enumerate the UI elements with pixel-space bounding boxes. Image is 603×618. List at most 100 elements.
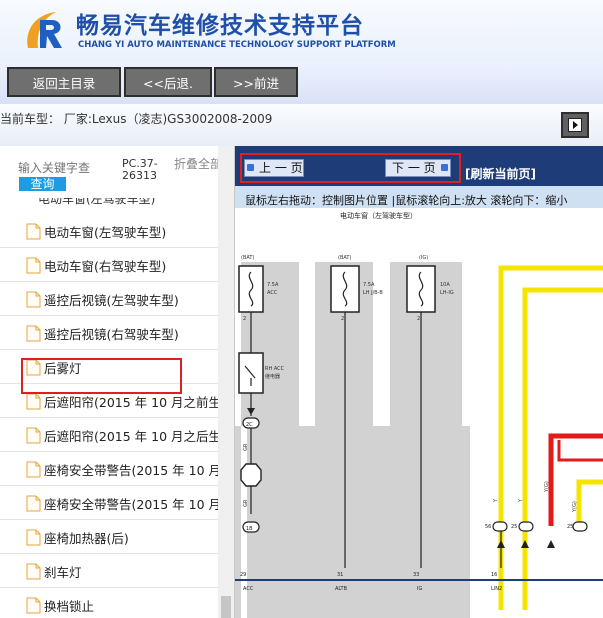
item-label: 座椅安全带警告(2015 年 10 月 bbox=[44, 497, 218, 512]
forward-button[interactable]: >>前进 bbox=[214, 67, 298, 97]
diagram-viewer: 上 一 页 下 一 页 [刷新当前页] 鼠标左右拖动：控制图片位置 |鼠标滚轮向… bbox=[235, 146, 603, 618]
yellow-wire bbox=[576, 479, 603, 526]
connector-right bbox=[572, 521, 588, 532]
search-button[interactable]: 查询 bbox=[19, 177, 66, 191]
brand-title: 畅易汽车维修技术支持平台 bbox=[76, 13, 364, 39]
sidebar: 查询 PC.37-26313 折叠全部 电动车窗(左驾驶车型) 电动车窗(左驾驶… bbox=[0, 146, 235, 618]
document-icon bbox=[26, 529, 41, 546]
item-label: 后遮阳帘(2015 年 10 月之后生 bbox=[44, 429, 218, 444]
wire-color-label: GR bbox=[243, 499, 249, 507]
fuse3-tag: (IG) bbox=[419, 255, 428, 261]
fuse1-tag: (BAT) bbox=[241, 255, 254, 261]
arrow-up-icon bbox=[521, 540, 529, 548]
nav-bar: 返回主目录 <<后退. >>前进 bbox=[0, 62, 603, 104]
wire-color-label: GR bbox=[243, 443, 249, 451]
list-item[interactable]: 座椅安全带警告(2015 年 10 月 bbox=[0, 486, 218, 520]
arrow-up-icon bbox=[547, 540, 555, 548]
collapse-all-link[interactable]: 折叠全部 bbox=[174, 158, 224, 171]
hint-text: 鼠标左右拖动：控制图片位置 |鼠标滚轮向上:放大 滚轮向下：缩小 bbox=[245, 194, 568, 207]
item-label: 电动车窗(右驾驶车型) bbox=[44, 259, 167, 274]
item-label: 刹车灯 bbox=[44, 565, 82, 580]
document-icon bbox=[26, 563, 41, 580]
document-icon bbox=[26, 325, 41, 342]
list-item[interactable]: 座椅安全带警告(2015 年 10 月 bbox=[0, 452, 218, 486]
home-button[interactable]: 返回主目录 bbox=[7, 67, 121, 97]
current-model-label: 当前车型： 厂家:Lexus（凌志)GS3002008-2009 bbox=[0, 112, 273, 126]
pc-code-label: PC.37-26313 bbox=[122, 157, 158, 182]
fuse1-box bbox=[238, 265, 264, 313]
hint-bar: 鼠标左右拖动：控制图片位置 |鼠标滚轮向上:放大 滚轮向下：缩小 bbox=[235, 186, 603, 208]
document-icon bbox=[26, 461, 41, 478]
brand-logo-icon bbox=[27, 12, 62, 48]
list-item[interactable]: 后遮阳帘(2015 年 10 月之后生 bbox=[0, 418, 218, 452]
connector-label: 1B bbox=[246, 526, 253, 532]
yellow-wire bbox=[522, 287, 603, 610]
arrow-right-icon bbox=[568, 118, 582, 132]
connector-label: 2C bbox=[246, 422, 253, 428]
diagram-title: 电动车窗（左驾驶车型） bbox=[340, 211, 417, 220]
list-item[interactable]: 电动车窗(右驾驶车型) bbox=[0, 248, 218, 282]
item-label: 遥控后视镜(右驾驶车型) bbox=[44, 327, 179, 342]
fuse3-name: LH-IG bbox=[440, 290, 454, 296]
ecu-terminal: IG bbox=[417, 586, 422, 592]
fuse1-rating: 7.5A bbox=[267, 282, 279, 288]
list-item[interactable]: 遥控后视镜(右驾驶车型) bbox=[0, 316, 218, 350]
document-icon bbox=[26, 223, 41, 240]
selected-item-highlight bbox=[21, 358, 182, 394]
wire-color-label: Y(G) bbox=[544, 481, 550, 493]
brand-subtitle: CHANG YI AUTO MAINTENANCE TECHNOLOGY SUP… bbox=[78, 40, 396, 50]
fuse2-box bbox=[330, 265, 360, 313]
wire-color-label: Y bbox=[493, 498, 499, 503]
list-item[interactable]: 遥控后视镜(左驾驶车型) bbox=[0, 282, 218, 316]
toggle-panel-button[interactable] bbox=[561, 112, 589, 138]
document-icon bbox=[26, 393, 41, 410]
item-label: 后遮阳帘(2015 年 10 月之前生 bbox=[44, 395, 218, 410]
fuse2-tag: (BAT) bbox=[338, 255, 351, 261]
document-icon bbox=[26, 495, 41, 512]
connector-pin: 25 bbox=[567, 524, 573, 530]
item-label: 座椅加热器(后) bbox=[44, 531, 129, 546]
fuse1-pin: 2 bbox=[243, 316, 246, 322]
ecu-pin: 31 bbox=[337, 572, 343, 578]
model-bar: 当前车型： 厂家:Lexus（凌志)GS3002008-2009 bbox=[0, 104, 603, 146]
item-label: 换档锁止 bbox=[44, 599, 95, 614]
fuse2-pin: 2 bbox=[341, 316, 344, 322]
item-label: 遥控后视镜(左驾驶车型) bbox=[44, 293, 179, 308]
sidebar-scrollbar[interactable] bbox=[218, 146, 234, 618]
connector-pin: 25 bbox=[511, 524, 517, 530]
pager-highlight bbox=[240, 153, 461, 183]
item-label: 座椅安全带警告(2015 年 10 月 bbox=[44, 463, 218, 478]
pager-bar: 上 一 页 下 一 页 [刷新当前页] bbox=[235, 146, 603, 186]
ecu-terminal: ACC bbox=[243, 586, 254, 592]
list-item[interactable]: 换档锁止 bbox=[0, 588, 218, 618]
ecu-terminal: ALTB bbox=[335, 586, 348, 592]
fuse3-pin: 2 bbox=[417, 316, 420, 322]
document-icon bbox=[26, 257, 41, 274]
search-input[interactable] bbox=[18, 160, 116, 176]
wiring-diagram[interactable]: 电动车窗（左驾驶车型） (BAT) 7.5A ACC 2 RH ACC 继电器 … bbox=[235, 208, 603, 618]
document-icon bbox=[26, 597, 41, 614]
connector-pin: 56 bbox=[485, 524, 491, 530]
list-item-partial[interactable]: 电动车窗(左驾驶车型) bbox=[38, 198, 218, 206]
ecu-pin: 16 bbox=[491, 572, 497, 578]
list-item[interactable]: 电动车窗(左驾驶车型) bbox=[0, 214, 218, 248]
ecu-pin: 29 bbox=[240, 572, 246, 578]
document-icon bbox=[26, 291, 41, 308]
fuse1-name: ACC bbox=[267, 290, 278, 296]
item-label: 电动车窗(左驾驶车型) bbox=[44, 225, 167, 240]
fuse3-rating: 10A bbox=[440, 282, 450, 288]
refresh-page-link[interactable]: [刷新当前页] bbox=[465, 165, 536, 182]
connector-right bbox=[518, 521, 534, 532]
app-header: 畅易汽车维修技术支持平台 CHANG YI AUTO MAINTENANCE T… bbox=[0, 0, 603, 62]
wire-color-label: Y(G) bbox=[572, 501, 578, 513]
relay-name: RH ACC bbox=[265, 366, 285, 372]
list-item[interactable]: 刹车灯 bbox=[0, 554, 218, 588]
splice-point bbox=[240, 463, 262, 487]
scrollbar-thumb[interactable] bbox=[221, 596, 231, 618]
document-icon bbox=[26, 427, 41, 444]
list-item[interactable]: 座椅加热器(后) bbox=[0, 520, 218, 554]
fuse3-box bbox=[406, 265, 436, 313]
bg-block bbox=[235, 426, 470, 618]
fuse2-rating: 7.5A bbox=[363, 282, 375, 288]
back-button[interactable]: <<后退. bbox=[124, 67, 212, 97]
